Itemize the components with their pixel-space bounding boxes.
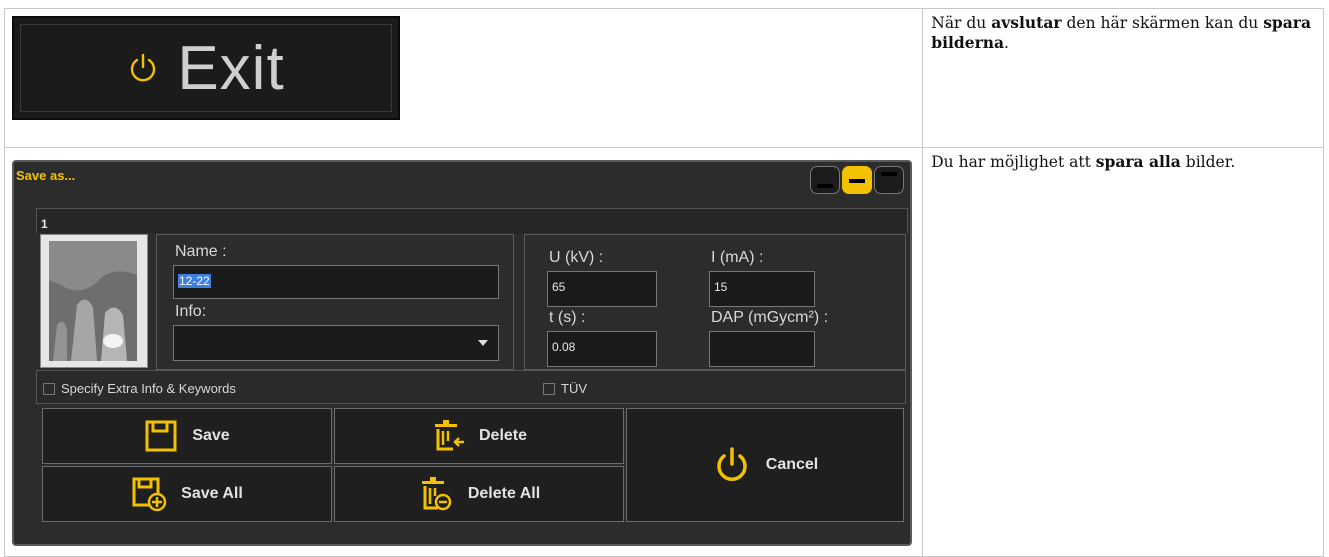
checkbox-icon: [543, 382, 555, 395]
tuv-checkbox[interactable]: TÜV: [543, 381, 587, 396]
i-ma-label: I (mA) :: [711, 249, 764, 266]
exit-button[interactable]: Exit: [12, 16, 400, 120]
exit-description: När du avslutar den här skärmen kan du s…: [931, 13, 1312, 52]
name-input[interactable]: 12-22: [173, 265, 499, 299]
cancel-label: Cancel: [765, 456, 819, 473]
xray-image: [41, 235, 147, 367]
delete-icon: [434, 420, 464, 451]
t-s-label: t (s) :: [549, 309, 586, 326]
exit-description-cell: När du avslutar den här skärmen kan du s…: [922, 8, 1324, 148]
checkbox-icon: [43, 382, 55, 395]
name-info-panel: Name : 12-22 Info:: [156, 234, 514, 370]
restore-button[interactable]: [874, 166, 904, 194]
image-item-header: 1: [36, 208, 908, 233]
delete-all-icon: [421, 477, 452, 511]
save-description-cell: Du har möjlighet att spara alla bilder.: [922, 147, 1324, 557]
exit-label: Exit: [177, 33, 285, 103]
info-label: Info:: [175, 303, 207, 320]
save-icon: [145, 420, 177, 452]
extra-info-checkbox[interactable]: Specify Extra Info & Keywords: [43, 381, 236, 396]
chevron-down-icon: [478, 340, 488, 346]
delete-all-button[interactable]: Delete All: [334, 466, 624, 522]
save-all-label: Save All: [181, 485, 243, 502]
save-as-dialog: Save as... 1 Name : 12-22 Info: U (kV) :…: [12, 160, 912, 546]
tuv-label: TÜV: [561, 381, 587, 396]
maximize-button[interactable]: [842, 166, 872, 194]
save-button[interactable]: Save: [42, 408, 332, 464]
power-icon: [131, 53, 156, 82]
extra-info-label: Specify Extra Info & Keywords: [61, 381, 236, 396]
dap-input[interactable]: [709, 331, 815, 367]
cancel-button[interactable]: Cancel: [626, 408, 904, 522]
info-dropdown[interactable]: [173, 325, 499, 361]
minimize-button[interactable]: [810, 166, 840, 194]
save-label: Save: [192, 427, 230, 444]
save-all-icon: [132, 477, 167, 512]
dialog-title: Save as...: [16, 168, 76, 183]
xray-thumbnail[interactable]: [40, 234, 148, 368]
dap-label: DAP (mGycm²) :: [711, 309, 829, 326]
save-description: Du har möjlighet att spara alla bilder.: [931, 152, 1236, 171]
u-kv-label: U (kV) :: [549, 249, 604, 266]
options-row: Specify Extra Info & Keywords TÜV: [36, 370, 906, 404]
power-icon: [717, 447, 747, 481]
t-s-input[interactable]: 0.08: [547, 331, 657, 367]
delete-label: Delete: [478, 427, 528, 444]
exposure-panel: U (kV) : 65 I (mA) : 15 t (s) : 0.08 DAP…: [524, 234, 906, 370]
delete-button[interactable]: Delete: [334, 408, 624, 464]
image-item-number: 1: [41, 217, 48, 231]
i-ma-input[interactable]: 15: [709, 271, 815, 307]
u-kv-input[interactable]: 65: [547, 271, 657, 307]
delete-all-label: Delete All: [467, 485, 541, 502]
save-all-button[interactable]: Save All: [42, 466, 332, 522]
name-label: Name :: [175, 243, 227, 260]
window-controls: [810, 166, 904, 194]
